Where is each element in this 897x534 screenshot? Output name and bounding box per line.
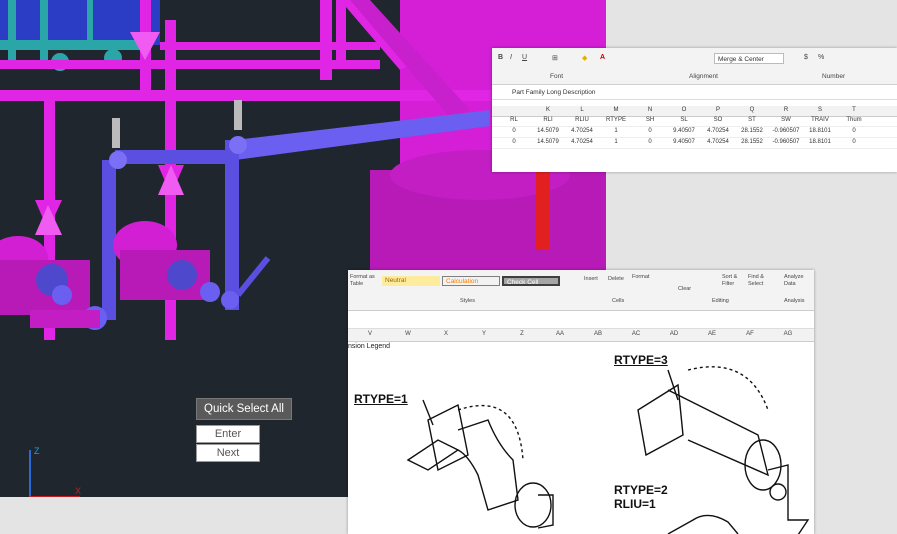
table-row[interactable]: RL RLI RLIU RTYPE SH SL SO ST SW TRAIV Thum: [492, 116, 897, 127]
excel-window-bottom: Format as Table Neutral Calculation Chec…: [348, 270, 814, 534]
rliu1-label: RLIU=1: [614, 497, 656, 511]
formula-value: Part Family Long Description: [512, 89, 596, 96]
table-cell[interactable]: 9.40507: [670, 128, 698, 134]
table-row[interactable]: 0 14.5079 4.70254 1 0 9.40507 4.70254 28.1552 -0…: [492, 127, 897, 138]
merge-center-button[interactable]: Merge & Center: [714, 53, 784, 64]
table-cell[interactable]: 4.70254: [568, 128, 596, 134]
currency-icon[interactable]: $: [804, 54, 808, 61]
table-cell[interactable]: 0: [500, 128, 528, 134]
column-header[interactable]: K: [534, 107, 562, 113]
table-cell[interactable]: 9.40507: [670, 139, 698, 145]
column-header[interactable]: P: [704, 107, 732, 113]
table-cell[interactable]: 0: [636, 128, 664, 134]
table-cell[interactable]: 18.8101: [806, 139, 834, 145]
rtype3-label: RTYPE=3: [614, 353, 668, 367]
table-cell[interactable]: TRAIV: [806, 117, 834, 123]
table-cell[interactable]: Thum: [840, 117, 868, 123]
borders-icon[interactable]: ⊞: [552, 54, 558, 62]
rtype2-label: RTYPE=2: [614, 483, 668, 497]
table-cell[interactable]: 1: [602, 128, 630, 134]
table-cell[interactable]: 0: [636, 139, 664, 145]
next-button[interactable]: Next: [196, 444, 260, 462]
table-row[interactable]: 0 14.5079 4.70254 1 0 9.40507 4.70254 28.1552 -0…: [492, 138, 897, 149]
table-cell[interactable]: 4.70254: [568, 139, 596, 145]
table-cell[interactable]: 28.1552: [738, 128, 766, 134]
svg-text:X: X: [75, 486, 81, 496]
rtype1-label: RTYPE=1: [354, 392, 408, 406]
percent-icon[interactable]: %: [818, 54, 824, 61]
table-cell[interactable]: 0: [500, 139, 528, 145]
column-header[interactable]: L: [568, 107, 596, 113]
column-header[interactable]: R: [772, 107, 800, 113]
table-cell[interactable]: 0: [840, 128, 868, 134]
table-cell[interactable]: 18.8101: [806, 128, 834, 134]
bold-icon[interactable]: B: [498, 54, 503, 61]
formula-bar[interactable]: Part Family Long Description: [492, 87, 897, 100]
underline-icon[interactable]: U: [522, 54, 527, 61]
column-header[interactable]: S: [806, 107, 834, 113]
table-cell[interactable]: RTYPE: [602, 117, 630, 123]
table-cell[interactable]: SH: [636, 117, 664, 123]
table-cell[interactable]: RLIU: [568, 117, 596, 123]
table-cell[interactable]: -0.960507: [772, 128, 800, 134]
table-cell[interactable]: ST: [738, 117, 766, 123]
alignment-group-label: Alignment: [689, 73, 718, 80]
table-cell[interactable]: SL: [670, 117, 698, 123]
table-cell[interactable]: 14.5079: [534, 139, 562, 145]
table-cell[interactable]: RLI: [534, 117, 562, 123]
column-header[interactable]: N: [636, 107, 664, 113]
column-header[interactable]: M: [602, 107, 630, 113]
column-header[interactable]: Q: [738, 107, 766, 113]
italic-icon[interactable]: I: [510, 54, 512, 61]
number-group-label: Number: [822, 73, 846, 80]
fill-color-icon[interactable]: ◆: [582, 54, 587, 62]
table-cell[interactable]: SO: [704, 117, 732, 123]
quick-select-all-button[interactable]: Quick Select All: [196, 398, 292, 420]
ribbon: B I U ⊞ ◆ A Merge & Center $ % Font Alig…: [492, 48, 897, 85]
table-cell[interactable]: -0.960507: [772, 139, 800, 145]
table-cell[interactable]: 4.70254: [704, 128, 732, 134]
table-cell[interactable]: 4.70254: [704, 139, 732, 145]
table-cell[interactable]: RL: [500, 117, 528, 123]
svg-text:Z: Z: [34, 446, 40, 456]
column-header[interactable]: O: [670, 107, 698, 113]
enter-button[interactable]: Enter: [196, 425, 260, 443]
table-cell[interactable]: 14.5079: [534, 128, 562, 134]
support-drawings: [406, 366, 810, 534]
table-cell[interactable]: 28.1552: [738, 139, 766, 145]
table-cell[interactable]: SW: [772, 117, 800, 123]
table-cell[interactable]: 0: [840, 139, 868, 145]
excel-window-top: B I U ⊞ ◆ A Merge & Center $ % Font Alig…: [492, 48, 897, 172]
font-color-icon[interactable]: A: [600, 54, 605, 61]
table-cell[interactable]: 1: [602, 139, 630, 145]
font-group-label: Font: [550, 73, 564, 80]
column-header[interactable]: T: [840, 107, 868, 113]
